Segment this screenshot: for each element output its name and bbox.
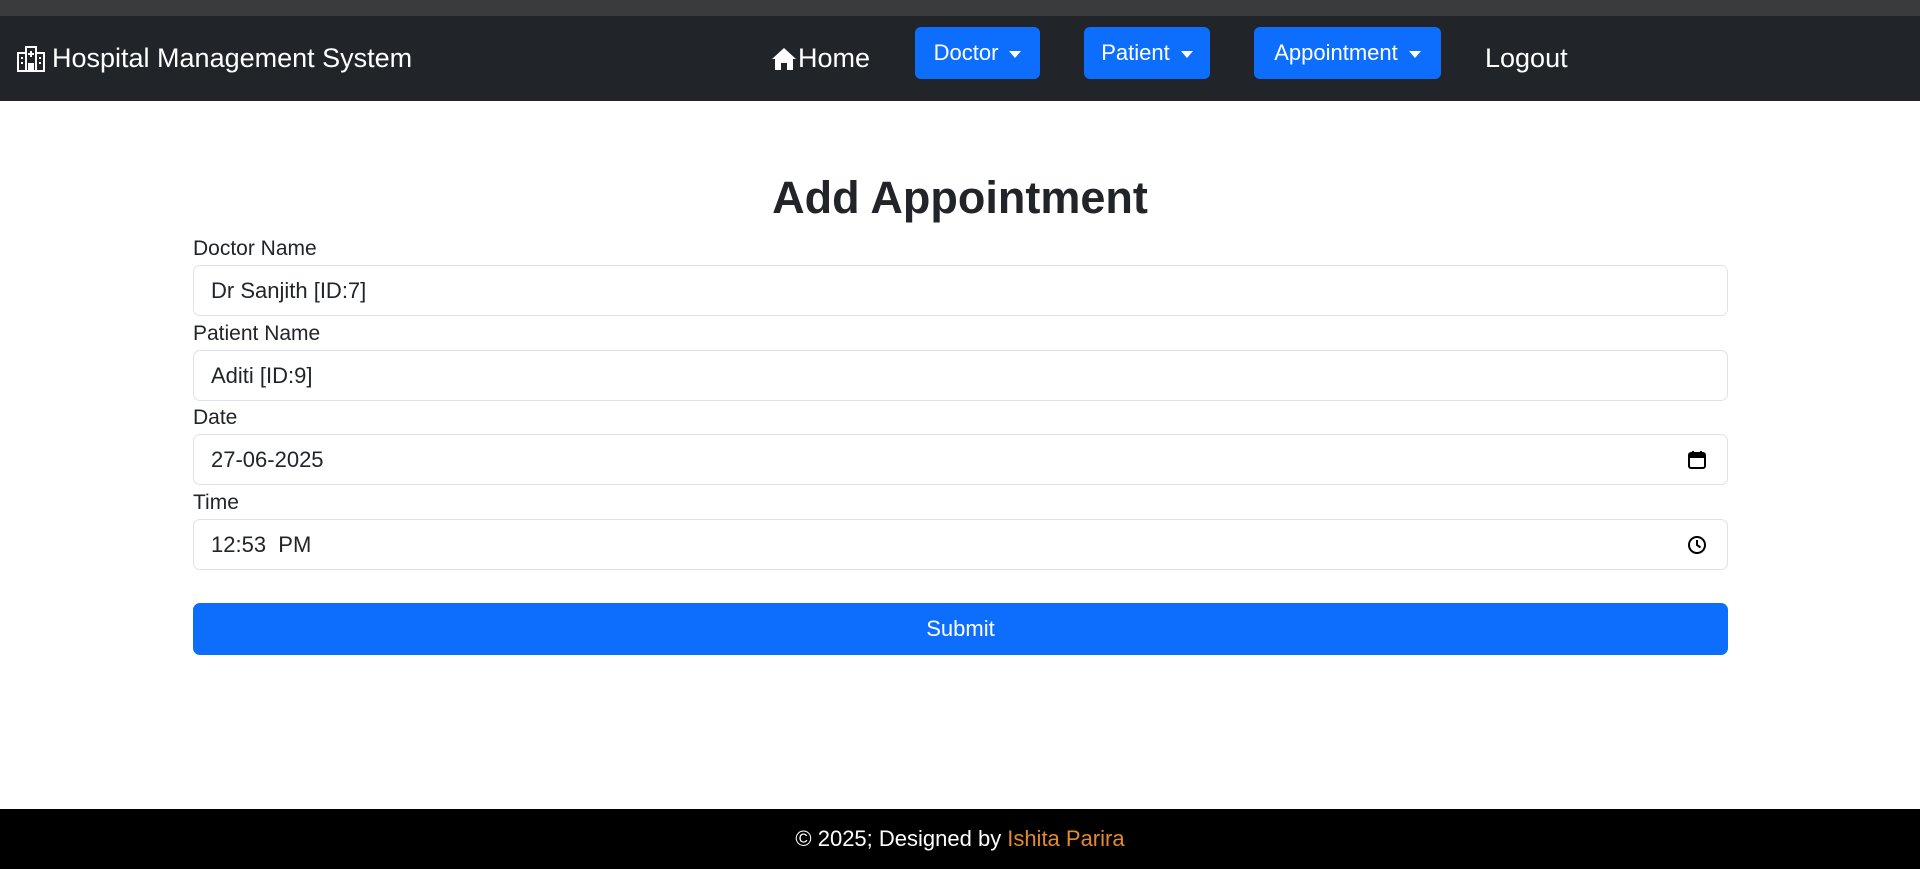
patient-name-field[interactable]: Aditi [ID:9] xyxy=(193,350,1728,401)
date-field[interactable]: 27-06-2025 xyxy=(193,434,1728,485)
doctor-name-label: Doctor Name xyxy=(193,237,317,260)
time-value: 12:53 PM xyxy=(211,531,312,557)
nav-home-link[interactable]: Home xyxy=(771,16,870,101)
doctor-name-field[interactable]: Dr Sanjith [ID:7] xyxy=(193,265,1728,316)
brand-link[interactable]: Hospital Management System xyxy=(16,16,412,101)
window-top-strip xyxy=(0,0,1920,16)
logout-link[interactable]: Logout xyxy=(1485,16,1568,101)
patient-dropdown-label: Patient xyxy=(1101,40,1170,65)
brand-title: Hospital Management System xyxy=(52,43,413,73)
patient-name-value: Aditi [ID:9] xyxy=(211,362,313,388)
calendar-icon[interactable] xyxy=(1687,450,1707,470)
caret-down-icon xyxy=(1408,50,1421,58)
footer-author-link[interactable]: Ishita Parira xyxy=(1007,826,1124,852)
appointment-dropdown-button[interactable]: Appointment xyxy=(1254,27,1441,79)
date-value: 27-06-2025 xyxy=(211,446,324,472)
submit-button[interactable]: Submit xyxy=(193,603,1728,655)
footer-copyright: © 2025; Designed by xyxy=(795,826,1002,851)
caret-down-icon xyxy=(1180,50,1193,58)
house-icon xyxy=(771,46,798,72)
nav-home-label: Home xyxy=(798,43,871,73)
doctor-name-value: Dr Sanjith [ID:7] xyxy=(211,277,367,303)
time-label: Time xyxy=(193,491,239,514)
patient-dropdown-button[interactable]: Patient xyxy=(1084,27,1210,79)
doctor-dropdown-label: Doctor xyxy=(933,40,999,65)
date-label: Date xyxy=(193,406,238,429)
patient-name-label: Patient Name xyxy=(193,322,321,345)
clock-icon[interactable] xyxy=(1687,535,1707,555)
navbar: Hospital Management System Home Doctor P… xyxy=(0,16,1920,101)
appointment-dropdown-label: Appointment xyxy=(1274,40,1398,65)
hospital-icon xyxy=(16,45,52,73)
doctor-dropdown-button[interactable]: Doctor xyxy=(915,27,1040,79)
caret-down-icon xyxy=(1009,50,1022,58)
time-field[interactable]: 12:53 PM xyxy=(193,519,1728,570)
footer: © 2025; Designed by Ishita Parira xyxy=(0,809,1920,869)
page-title: Add Appointment xyxy=(772,172,1148,223)
